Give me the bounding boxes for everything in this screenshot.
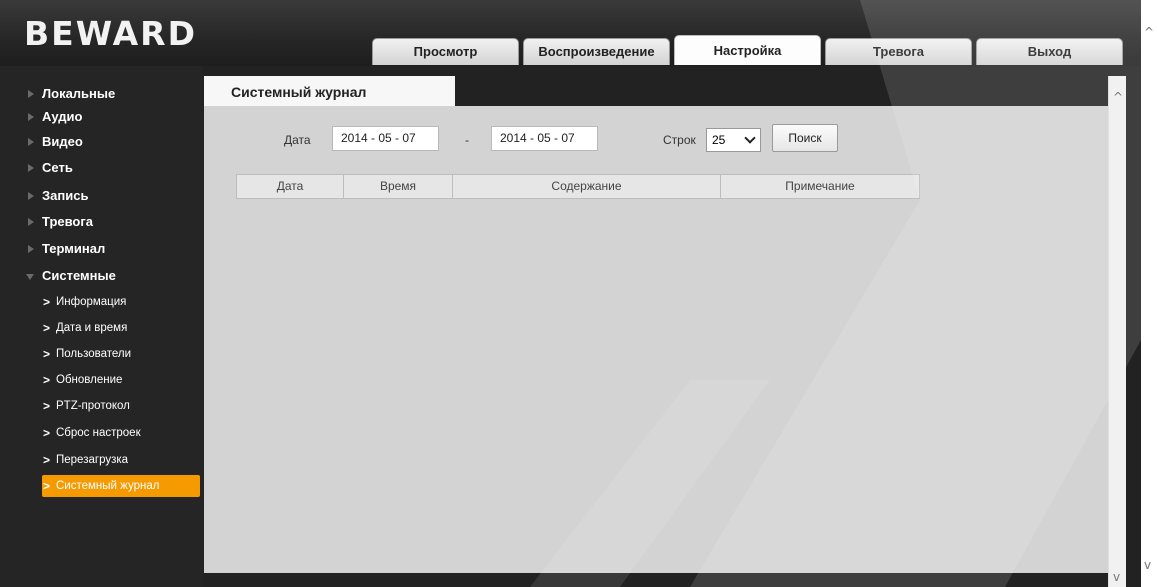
chevron-right-icon: > — [43, 295, 51, 309]
tab-alarm[interactable]: Тревога — [825, 38, 972, 65]
header: BEWARD Просмотр Воспроизведение Настройк… — [0, 0, 1141, 66]
search-button[interactable]: Поиск — [772, 124, 838, 152]
sidebar-subitem-label: Дата и время — [56, 322, 128, 334]
date-separator: - — [465, 133, 469, 147]
sidebar-item-label: Видео — [42, 134, 83, 149]
tab-settings[interactable]: Настройка — [674, 35, 821, 65]
rows-select-value: 25 — [712, 133, 726, 147]
sidebar-item-video[interactable]: Видео — [28, 129, 202, 155]
sidebar-subitem-label: Перезагрузка — [56, 454, 129, 466]
sidebar-subitem-reboot[interactable]: > Перезагрузка — [42, 449, 200, 471]
sidebar-item-terminal[interactable]: Терминал — [28, 236, 202, 262]
scroll-down-icon[interactable]: v — [1113, 570, 1120, 584]
triangle-right-icon — [28, 113, 34, 121]
sidebar-item-network[interactable]: Сеть — [28, 155, 202, 181]
app-window: BEWARD Просмотр Воспроизведение Настройк… — [0, 0, 1141, 587]
page-scrollbar[interactable]: ^ v — [1141, 0, 1157, 587]
sidebar-subitem-label: Сброс настроек — [56, 427, 141, 439]
sidebar-item-label: Запись — [42, 188, 89, 203]
sidebar-item-label: Терминал — [42, 241, 106, 256]
column-header-note: Примечание — [785, 179, 855, 193]
sidebar-item-alarm[interactable]: Тревога — [28, 209, 202, 235]
triangle-down-icon — [26, 274, 34, 280]
column-header-date: Дата — [237, 175, 344, 198]
beward-logo: BEWARD — [24, 14, 197, 53]
sidebar-subitem-users[interactable]: > Пользователи — [42, 343, 200, 365]
sidebar-item-record[interactable]: Запись — [28, 183, 202, 209]
sidebar-subitem-label: Пользователи — [56, 348, 132, 360]
date-label: Дата — [284, 133, 311, 147]
chevron-right-icon: > — [43, 347, 51, 361]
date-from-field[interactable]: 2014 - 05 - 07 — [332, 126, 439, 151]
triangle-right-icon — [28, 90, 34, 98]
triangle-right-icon — [28, 245, 34, 253]
sidebar-item-label: Локальные — [42, 86, 116, 101]
chevron-right-icon: > — [43, 373, 51, 387]
triangle-right-icon — [28, 218, 34, 226]
scroll-up-icon[interactable]: ^ — [1113, 90, 1123, 104]
page-scroll-down-icon[interactable]: v — [1144, 558, 1151, 572]
tab-playback[interactable]: Воспроизведение — [523, 38, 670, 65]
sidebar-subitem-label: Информация — [56, 296, 127, 308]
column-header-time: Время — [344, 175, 453, 198]
chevron-right-icon: > — [43, 399, 51, 413]
rows-select[interactable]: 25 — [706, 128, 761, 152]
sidebar-subitem-label: PTZ-протокол — [56, 400, 130, 412]
page-scroll-up-icon[interactable]: ^ — [1144, 25, 1154, 39]
sidebar-subitem-info[interactable]: > Информация — [42, 291, 200, 313]
chevron-right-icon: > — [43, 321, 51, 335]
rows-label: Строк — [663, 133, 696, 147]
sidebar-subitem-reset[interactable]: > Сброс настроек — [42, 422, 200, 444]
tab-view[interactable]: Просмотр — [372, 38, 519, 65]
sidebar-item-label: Тревога — [42, 214, 94, 229]
content-scrollbar[interactable]: ^ v — [1108, 76, 1126, 587]
content-tab-strip — [455, 76, 1108, 106]
sidebar-subitem-update[interactable]: > Обновление — [42, 369, 200, 391]
sidebar-item-label: Системные — [42, 268, 116, 283]
chevron-right-icon: > — [43, 453, 51, 467]
sidebar-item-label: Сеть — [42, 160, 73, 175]
triangle-right-icon — [28, 192, 34, 200]
main-tabs: Просмотр Воспроизведение Настройка Трево… — [372, 35, 1127, 66]
tab-logout[interactable]: Выход — [976, 38, 1123, 65]
sidebar-item-audio[interactable]: Аудио — [28, 104, 202, 130]
sidebar-subitem-datetime[interactable]: > Дата и время — [42, 317, 200, 339]
triangle-right-icon — [28, 164, 34, 172]
sidebar-subitem-ptz[interactable]: > PTZ-протокол — [42, 395, 200, 417]
chevron-right-icon: > — [43, 479, 51, 493]
column-header-content: Содержание — [453, 175, 721, 198]
sidebar: Локальные Аудио Видео Сеть Запись Тревог… — [0, 66, 203, 587]
chevron-right-icon: > — [43, 426, 51, 440]
sidebar-item-system[interactable]: Системные — [26, 263, 202, 289]
content-tab-syslog[interactable]: Системный журнал — [204, 76, 455, 106]
date-to-field[interactable]: 2014 - 05 - 07 — [491, 126, 598, 151]
sidebar-subitem-label: Обновление — [56, 374, 123, 386]
sidebar-item-label: Аудио — [42, 109, 83, 124]
log-table-header: Дата Время Содержание Примечание — [236, 174, 920, 199]
chevron-down-icon — [744, 132, 756, 144]
sidebar-subitem-label: Системный журнал — [56, 480, 160, 492]
sidebar-subitem-syslog[interactable]: > Системный журнал — [42, 475, 200, 497]
triangle-right-icon — [28, 138, 34, 146]
